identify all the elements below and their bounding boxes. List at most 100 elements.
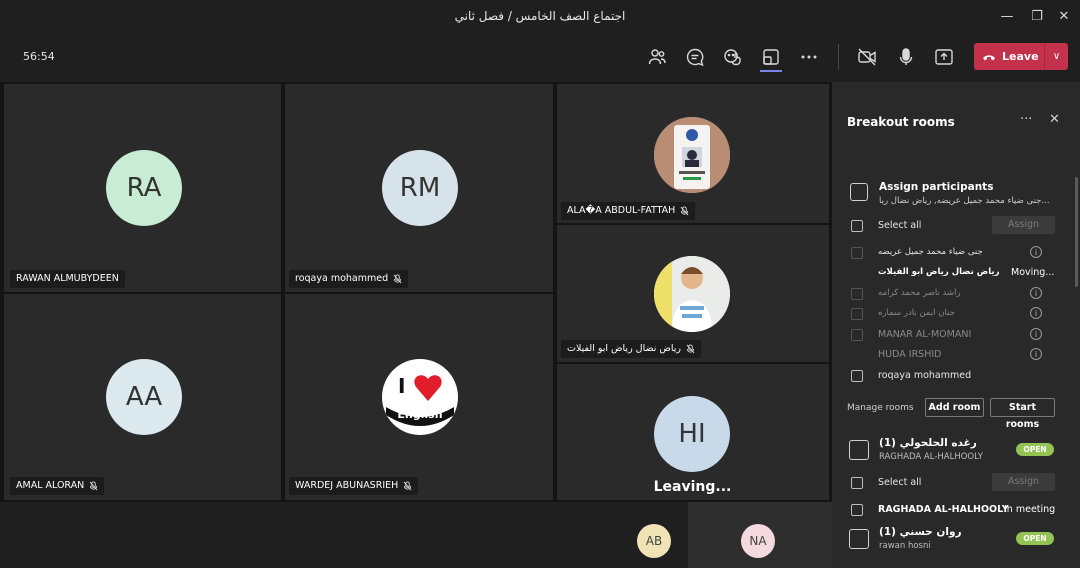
room-status-badge: OPEN bbox=[1016, 532, 1054, 545]
participant-tile[interactable]: RM roqaya mohammed bbox=[285, 84, 553, 292]
id-card-photo bbox=[654, 117, 730, 193]
mic-off-icon bbox=[403, 481, 412, 491]
moving-status: Moving... bbox=[1011, 267, 1055, 278]
participant-tile[interactable]: I English WARDEJ ABUNASRIEH bbox=[285, 294, 553, 500]
info-icon[interactable]: i bbox=[1030, 307, 1042, 319]
chat-icon bbox=[686, 48, 704, 67]
leave-button[interactable]: Leave bbox=[974, 43, 1044, 70]
assign-participants-title: Assign participants bbox=[879, 181, 994, 193]
participant-checkbox[interactable] bbox=[851, 370, 863, 382]
close-icon[interactable]: ✕ bbox=[1055, 8, 1073, 26]
more-options-icon[interactable]: ··· bbox=[1020, 112, 1032, 127]
participant-label: HUDA IRSHID bbox=[878, 349, 942, 360]
select-all-checkbox[interactable] bbox=[851, 220, 863, 232]
participant-label: roqaya mohammed bbox=[878, 370, 972, 381]
assign-participants-summary: جنى ضياء محمد جميل عريضه, رياض نضال ريا.… bbox=[879, 196, 1050, 206]
participant-row[interactable]: HUDA IRSHID i bbox=[832, 346, 1080, 364]
meeting-toolbar: 56:54 Leave ∨ bbox=[0, 34, 1080, 80]
maximize-icon[interactable]: ❐ bbox=[1028, 8, 1046, 26]
add-room-button[interactable]: Add room bbox=[925, 398, 984, 417]
room-members: rawan hosni bbox=[879, 541, 931, 551]
room-member-label: RAGHADA AL-HALHOOLY bbox=[878, 504, 1009, 515]
participant-name-tag: ALA�A ABDUL-FATTAH bbox=[561, 202, 696, 220]
share-tray-icon bbox=[935, 49, 953, 65]
camera-button[interactable] bbox=[856, 46, 878, 68]
close-panel-icon[interactable]: ✕ bbox=[1049, 112, 1060, 127]
room-icon bbox=[849, 529, 869, 549]
assign-participants-icon bbox=[850, 183, 868, 201]
participant-label: راشد ناصر محمد كرامه bbox=[878, 288, 961, 298]
video-stage: RA RAWAN ALMUBYDEEN RM roqaya mohammed A… bbox=[0, 82, 832, 568]
participant-name-tag: roqaya mohammed bbox=[289, 270, 409, 288]
participant-row[interactable]: roqaya mohammed bbox=[832, 367, 1080, 385]
profile-photo-avatar bbox=[654, 117, 730, 193]
chat-button[interactable] bbox=[684, 46, 706, 68]
avatar: RA bbox=[106, 150, 182, 226]
info-icon[interactable]: i bbox=[1030, 287, 1042, 299]
participant-tile[interactable]: RA RAWAN ALMUBYDEEN bbox=[4, 84, 281, 292]
info-icon[interactable]: i bbox=[1030, 348, 1042, 360]
breakout-rooms-button[interactable] bbox=[760, 46, 782, 68]
participant-tile[interactable]: رياض نضال رياض ابو الفيلات bbox=[557, 225, 829, 362]
i-love-english-logo: I English bbox=[383, 360, 457, 434]
participant-row[interactable]: MANAR AL-MOMANI i bbox=[832, 326, 1080, 344]
title-bar: اجتماع الصف الخامس / فصل ثاني — ❐ ✕ bbox=[0, 0, 1080, 34]
avatar: RM bbox=[382, 150, 458, 226]
participant-checkbox[interactable] bbox=[851, 288, 863, 300]
mic-off-icon bbox=[686, 344, 695, 354]
participant-label: MANAR AL-MOMANI bbox=[878, 329, 972, 340]
reactions-button[interactable] bbox=[722, 46, 744, 68]
room-members: RAGHADA AL-HALHOOLY bbox=[879, 452, 983, 462]
room-icon bbox=[849, 440, 869, 460]
leaving-status: Leaving... bbox=[653, 479, 732, 495]
participant-name: AMAL ALORAN bbox=[16, 480, 85, 491]
participant-name: رياض نضال رياض ابو الفيلات bbox=[567, 343, 681, 354]
participant-tile[interactable]: AA AMAL ALORAN bbox=[4, 294, 281, 500]
select-all-label: Select all bbox=[878, 220, 922, 231]
room-name[interactable]: روان حسني (1) bbox=[879, 526, 962, 538]
participant-name-tag: رياض نضال رياض ابو الفيلات bbox=[561, 340, 701, 358]
participant-row[interactable]: جنى ضياء محمد جميل عريضه i bbox=[832, 244, 1080, 262]
microphone-button[interactable] bbox=[895, 46, 917, 68]
participant-checkbox[interactable] bbox=[851, 329, 863, 341]
participant-name: WARDEJ ABUNASRIEH bbox=[295, 480, 399, 491]
share-screen-button[interactable] bbox=[933, 46, 955, 68]
ellipsis-icon bbox=[801, 55, 817, 59]
meeting-timer: 56:54 bbox=[23, 50, 55, 63]
room-member-checkbox[interactable] bbox=[851, 504, 863, 516]
room-member-row[interactable]: RAGHADA AL-HALHOOLY In meeting bbox=[832, 501, 1080, 519]
people-icon bbox=[648, 49, 666, 65]
assign-button[interactable]: Assign bbox=[992, 216, 1055, 234]
room-select-all-checkbox[interactable] bbox=[851, 477, 863, 489]
info-icon[interactable]: i bbox=[1030, 246, 1042, 258]
participants-button[interactable] bbox=[646, 46, 668, 68]
participant-row[interactable]: رياض نضال رياض ابو الفيلات Moving... bbox=[832, 264, 1080, 282]
room-status-badge: OPEN bbox=[1016, 443, 1054, 456]
overflow-avatar[interactable]: NA bbox=[741, 524, 775, 558]
room-member-status: In meeting bbox=[1004, 504, 1056, 515]
breakout-rooms-icon bbox=[763, 49, 779, 65]
participant-name-tag: WARDEJ ABUNASRIEH bbox=[289, 477, 419, 495]
participant-name: roqaya mohammed bbox=[295, 273, 389, 284]
room-assign-button[interactable]: Assign bbox=[992, 473, 1055, 491]
leave-options-chevron[interactable]: ∨ bbox=[1045, 43, 1068, 70]
mic-off-icon bbox=[89, 481, 98, 491]
active-tab-indicator bbox=[760, 70, 782, 72]
participant-checkbox[interactable] bbox=[851, 308, 863, 320]
participant-label: رياض نضال رياض ابو الفيلات bbox=[878, 267, 1000, 277]
participant-row[interactable]: راشد ناصر محمد كرامه i bbox=[832, 285, 1080, 303]
minimize-icon[interactable]: — bbox=[998, 8, 1016, 26]
participant-tile[interactable]: ALA�A ABDUL-FATTAH bbox=[557, 84, 829, 223]
more-actions-button[interactable] bbox=[798, 46, 820, 68]
overflow-avatar[interactable]: AB bbox=[637, 524, 671, 558]
start-rooms-button[interactable]: Start rooms bbox=[990, 398, 1055, 430]
room-name[interactable]: رغده الحلحولي (1) bbox=[879, 437, 977, 449]
svg-text:I: I bbox=[398, 374, 405, 398]
participant-checkbox[interactable] bbox=[851, 247, 863, 259]
participant-name: ALA�A ABDUL-FATTAH bbox=[567, 205, 676, 216]
info-icon[interactable]: i bbox=[1030, 328, 1042, 340]
mic-off-icon bbox=[393, 274, 402, 284]
participant-label: جنى ضياء محمد جميل عريضه bbox=[878, 247, 983, 257]
participant-row[interactable]: جنان ايمن نادر سماره i bbox=[832, 305, 1080, 323]
room-select-all-label: Select all bbox=[878, 477, 922, 488]
